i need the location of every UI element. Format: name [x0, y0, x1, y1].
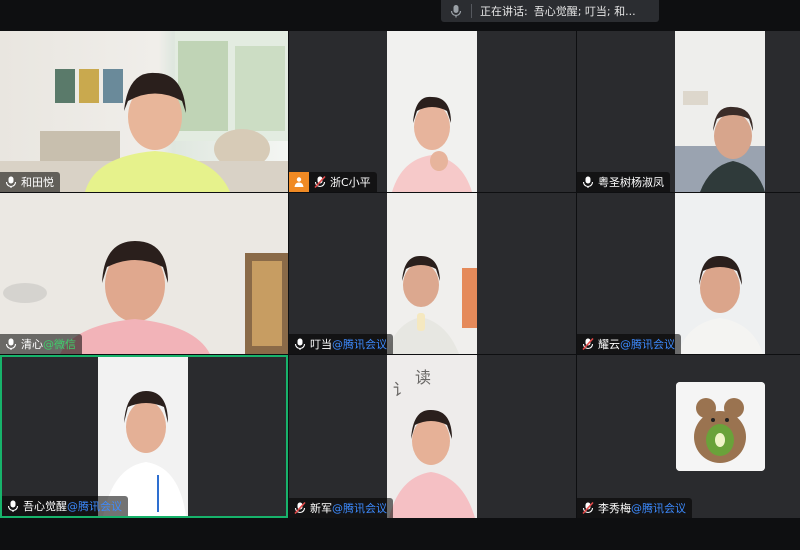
participant-source: @腾讯会议	[620, 338, 675, 351]
mic-muted-icon	[581, 337, 595, 351]
host-icon	[289, 172, 309, 192]
mic-muted-icon	[293, 501, 307, 515]
mic-muted-icon	[313, 175, 327, 189]
participant-name: 和田悦	[21, 176, 54, 189]
participant-name-tag: 吾心觉醒 @腾讯会议	[2, 496, 128, 516]
participant-name: 新军	[310, 502, 332, 515]
participant-source: @腾讯会议	[332, 338, 387, 351]
speaking-indicator: 正在讲话: 吾心觉醒; 叮当; 和...	[441, 0, 659, 22]
mic-icon	[6, 499, 20, 513]
video-tile[interactable]: 李秀梅 @腾讯会议	[577, 355, 800, 518]
video-tile[interactable]: 和田悦	[0, 31, 288, 192]
video-tile[interactable]: 叮当 @腾讯会议	[289, 193, 576, 354]
participant-source: @腾讯会议	[67, 500, 122, 513]
participant-name: 浙C小平	[330, 176, 371, 189]
participant-name-tag: 和田悦	[0, 172, 60, 192]
participant-name-tag: 粤圣树杨淑凤	[577, 172, 670, 192]
participant-video	[98, 357, 188, 516]
video-grid: 和田悦 浙C小平 粤圣树杨淑凤 清心 @微信 叮当 @腾讯会议 耀云 @腾讯会议…	[0, 31, 800, 518]
participant-name: 粤圣树杨淑凤	[598, 176, 664, 189]
participant-name-tag: 叮当 @腾讯会议	[289, 334, 393, 354]
mic-icon	[581, 175, 595, 189]
participant-video	[387, 31, 477, 192]
participant-video	[675, 31, 765, 192]
participant-name: 耀云	[598, 338, 620, 351]
participant-name-tag: 耀云 @腾讯会议	[577, 334, 681, 354]
video-tile[interactable]: 讠 读 新军 @腾讯会议	[289, 355, 576, 518]
participant-source: @腾讯会议	[332, 502, 387, 515]
mic-icon	[4, 175, 18, 189]
participant-name-tag: 新军 @腾讯会议	[289, 498, 393, 518]
mic-muted-icon	[581, 501, 595, 515]
participant-video	[0, 193, 288, 354]
participant-video: 讠 读	[387, 355, 477, 518]
participant-source: @微信	[43, 338, 76, 351]
participant-name: 李秀梅	[598, 502, 631, 515]
participant-name: 吾心觉醒	[23, 500, 67, 513]
video-tile[interactable]: 粤圣树杨淑凤	[577, 31, 800, 192]
participant-video	[675, 193, 765, 354]
bottom-bar	[0, 518, 800, 550]
participant-name-tag: 李秀梅 @腾讯会议	[577, 498, 692, 518]
mic-icon	[4, 337, 18, 351]
participant-name: 叮当	[310, 338, 332, 351]
participant-avatar	[676, 382, 765, 471]
svg-text:读: 读	[415, 368, 431, 387]
video-tile[interactable]: 清心 @微信	[0, 193, 288, 354]
svg-text:讠: 讠	[393, 380, 409, 399]
participant-name-tag: 清心 @微信	[0, 334, 82, 354]
video-tile[interactable]: 浙C小平	[289, 31, 576, 192]
speaking-label: 正在讲话:	[480, 5, 528, 18]
participant-name-tag: 浙C小平	[289, 172, 377, 192]
video-tile-active-speaker[interactable]: 吾心觉醒 @腾讯会议	[0, 355, 288, 518]
participant-video	[387, 193, 477, 354]
mic-icon	[441, 4, 471, 18]
top-bar: 正在讲话: 吾心觉醒; 叮当; 和...	[0, 0, 800, 31]
participant-video	[0, 31, 288, 192]
speaking-names: 吾心觉醒; 叮当; 和...	[533, 5, 636, 18]
mic-icon	[293, 337, 307, 351]
divider	[471, 4, 472, 18]
participant-source: @腾讯会议	[631, 502, 686, 515]
video-tile[interactable]: 耀云 @腾讯会议	[577, 193, 800, 354]
participant-name: 清心	[21, 338, 43, 351]
